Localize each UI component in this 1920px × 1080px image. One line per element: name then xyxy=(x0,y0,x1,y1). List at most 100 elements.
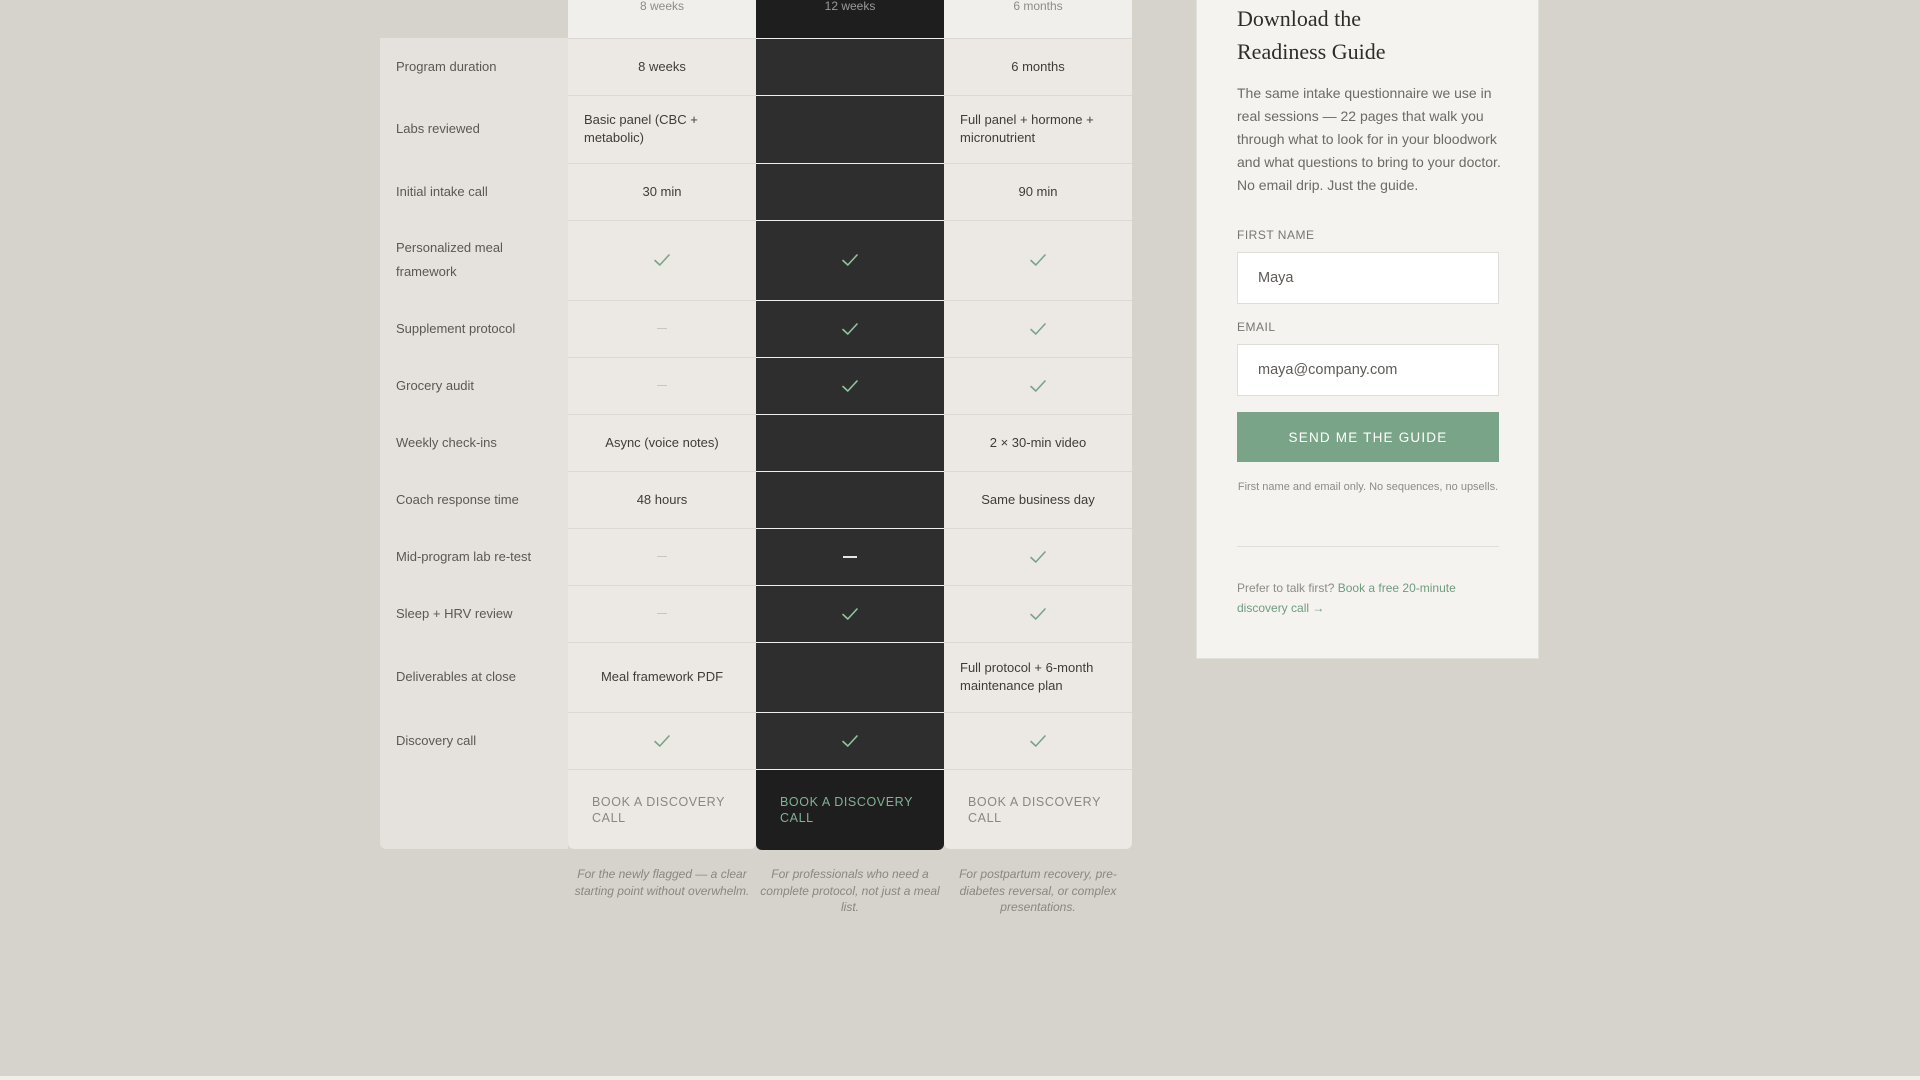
table-cell: Full panel + hormone + micronutrient xyxy=(944,95,1132,163)
feature-label: Program duration xyxy=(396,58,497,74)
table-cell xyxy=(756,712,944,769)
plan-tagline: For professionals who need a complete pr… xyxy=(760,867,940,914)
plan-column-8-weeks: 8 weeks 8 weeks Basic panel (CBC + metabol… xyxy=(568,0,756,849)
table-cell xyxy=(944,357,1132,414)
feature-label: Sleep + HRV review xyxy=(396,605,513,621)
feature-label: Supplement protocol xyxy=(396,320,516,336)
plan-duration-header: 12 weeks xyxy=(756,0,944,38)
dash-icon xyxy=(657,613,667,614)
book-discovery-call-button-12-weeks[interactable]: BOOK A DISCOVERY CALL xyxy=(756,770,944,850)
table-cell: 48 hours xyxy=(568,471,756,528)
table-cell-text: Full panel + hormone + micronutrient xyxy=(960,112,1094,145)
readiness-guide-panel: Download the Readiness Guide The same in… xyxy=(1196,0,1539,659)
feature-label: Personalized meal framework xyxy=(396,240,503,279)
table-cell xyxy=(568,357,756,414)
table-cell-text: Meal framework PDF xyxy=(600,669,724,684)
send-guide-button[interactable]: SEND ME THE GUIDE xyxy=(1237,412,1499,462)
dash-icon xyxy=(657,385,667,386)
table-cell xyxy=(756,38,944,95)
feature-label: Discovery call xyxy=(396,732,477,748)
table-cell: 30 min xyxy=(568,163,756,220)
table-cell xyxy=(756,95,944,163)
first-name-field[interactable] xyxy=(1237,252,1499,304)
table-cell xyxy=(756,585,944,642)
table-cell: 8 weeks xyxy=(568,38,756,95)
table-cell-text: 30 min xyxy=(642,183,682,199)
guide-title: Download the Readiness Guide xyxy=(1237,6,1386,64)
plan-comparison-table: Program duration Labs reviewed Initial int… xyxy=(380,0,1132,1080)
table-cell xyxy=(568,585,756,642)
feature-label: Labs reviewed xyxy=(396,121,480,136)
check-icon xyxy=(841,253,859,267)
plan-tagline: For postpartum recovery, pre-diabetes re… xyxy=(959,867,1117,914)
table-cell xyxy=(944,712,1132,769)
table-cell-text: Same business day xyxy=(981,491,1095,507)
feature-label: Deliverables at close xyxy=(396,669,516,684)
email-field[interactable] xyxy=(1237,344,1499,396)
guide-description: The same intake questionnaire we use in … xyxy=(1237,85,1501,193)
feature-label: Weekly check-ins xyxy=(396,434,497,450)
table-cell xyxy=(756,220,944,300)
book-discovery-call-button-8-weeks[interactable]: BOOK A DISCOVERY CALL xyxy=(568,770,756,850)
check-icon xyxy=(841,379,859,393)
feature-label: Coach response time xyxy=(396,491,519,507)
check-icon xyxy=(1029,607,1047,621)
plan-duration-header-text: 6 months xyxy=(1013,0,1063,13)
table-cell-text: Basic panel (CBC + metabolic) xyxy=(584,112,698,145)
table-cell-text: Full protocol + 6-month maintenance plan xyxy=(960,660,1094,693)
table-cell: Full protocol + 6-month maintenance plan xyxy=(944,642,1132,712)
table-cell-text: 8 weeks xyxy=(638,58,686,74)
dash-icon xyxy=(843,555,857,558)
check-icon xyxy=(1029,550,1047,564)
table-cell-text: 6 months xyxy=(1011,58,1065,74)
plan-duration-header: 8 weeks xyxy=(568,0,756,38)
dash-icon xyxy=(657,328,667,329)
plan-column-12-weeks: 12 weeks BOOK A DISCOVERY CALL xyxy=(756,0,944,850)
table-cell-text: Async (voice notes) xyxy=(605,434,719,450)
table-cell: 2 × 30-min video xyxy=(944,414,1132,471)
feature-label: Mid-program lab re-test xyxy=(396,548,532,564)
privacy-note: First name and email only. No sequences,… xyxy=(1237,481,1499,493)
email-label: EMAIL xyxy=(1237,320,1276,334)
table-cell xyxy=(756,471,944,528)
table-cell xyxy=(568,300,756,357)
table-cell xyxy=(568,220,756,300)
plan-duration-header-text: 8 weeks xyxy=(639,0,685,13)
check-icon xyxy=(1029,322,1047,336)
plan-duration-header: 6 months xyxy=(944,0,1132,38)
check-icon xyxy=(653,253,671,267)
table-cell xyxy=(944,220,1132,300)
table-cell: Same business day xyxy=(944,471,1132,528)
first-name-label: FIRST NAME xyxy=(1237,228,1315,242)
table-cell-text: 48 hours xyxy=(636,491,688,507)
plan-tagline: For the newly flagged — a clear starting… xyxy=(574,867,750,898)
table-cell xyxy=(756,414,944,471)
feature-label: Grocery audit xyxy=(396,377,475,393)
check-icon xyxy=(841,607,859,621)
table-cell xyxy=(756,528,944,585)
table-cell xyxy=(756,642,944,712)
table-cell xyxy=(756,163,944,220)
table-cell xyxy=(944,585,1132,642)
check-icon xyxy=(1029,379,1047,393)
table-cell-text: 90 min xyxy=(1018,183,1058,199)
plan-duration-header-text: 12 weeks xyxy=(824,0,876,13)
feature-label-column: Program duration Labs reviewed Initial int… xyxy=(380,38,568,849)
check-icon xyxy=(653,734,671,748)
table-cell: Basic panel (CBC + metabolic) xyxy=(568,95,756,163)
check-icon xyxy=(1029,253,1047,267)
table-cell xyxy=(568,712,756,769)
check-icon xyxy=(841,734,859,748)
plan-column-6-months: 6 months 6 months Full panel + hormone + m… xyxy=(944,0,1132,849)
check-icon xyxy=(841,322,859,336)
table-cell: 90 min xyxy=(944,163,1132,220)
table-cell: Meal framework PDF xyxy=(568,642,756,712)
table-cell: Async (voice notes) xyxy=(568,414,756,471)
dash-icon xyxy=(657,556,667,557)
talk-first-note: Prefer to talk first? Book a free 20-min… xyxy=(1237,578,1499,618)
table-cell: 6 months xyxy=(944,38,1132,95)
book-discovery-call-button-6-months[interactable]: BOOK A DISCOVERY CALL xyxy=(944,770,1132,850)
check-icon xyxy=(1029,734,1047,748)
table-cell xyxy=(756,357,944,414)
table-cell xyxy=(944,528,1132,585)
